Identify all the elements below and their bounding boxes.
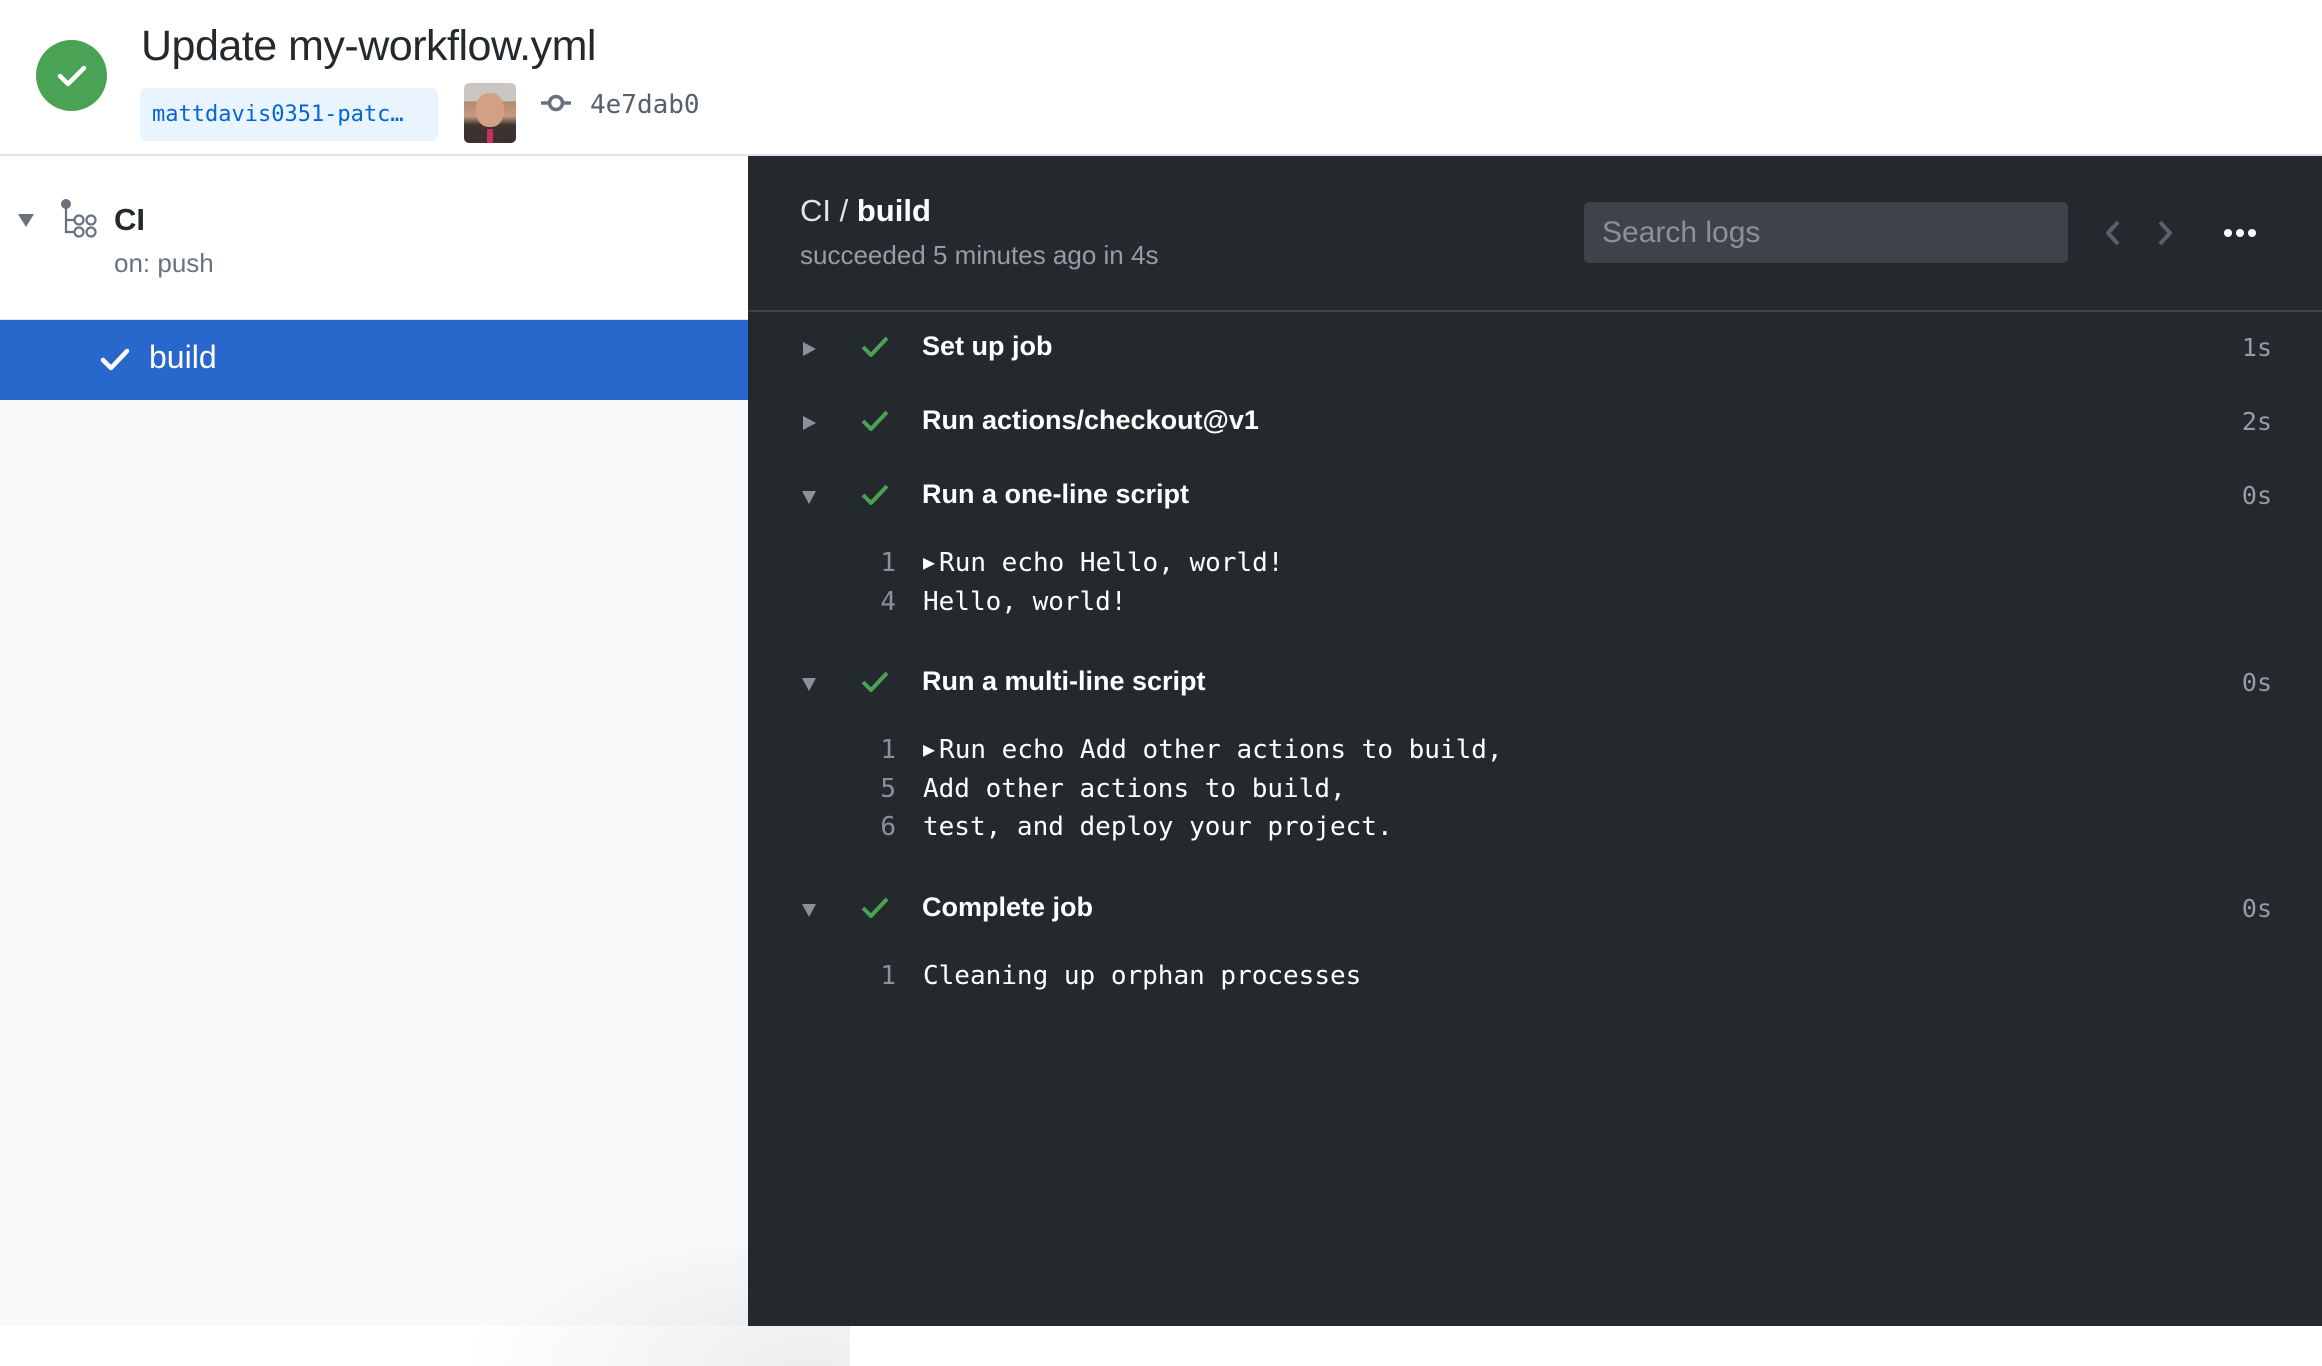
log-line[interactable]: 1 ▶ Run echo Hello, world! (748, 544, 2322, 583)
log-lines: 1 Cleaning up orphan processes (748, 947, 2322, 1022)
line-text: Cleaning up orphan processes (923, 960, 1362, 991)
line-number[interactable]: 4 (836, 583, 896, 622)
caret-right-icon[interactable] (801, 341, 817, 357)
avatar-detail (487, 129, 493, 143)
sidebar-item-build[interactable]: build (0, 320, 748, 400)
line-number[interactable]: 5 (836, 770, 896, 809)
check-icon (861, 897, 889, 918)
line-content: Cleaning up orphan processes (923, 957, 1361, 996)
line-content: ▶ Run echo Add other actions to build, (923, 731, 1503, 771)
step-list: Set up job 1s Run actions/checkout@v1 2s Run… (748, 312, 2322, 1021)
check-icon (100, 348, 130, 371)
line-number[interactable]: 1 (836, 731, 896, 770)
workflow-name[interactable]: CI (114, 202, 145, 238)
line-number[interactable]: 1 (836, 544, 896, 583)
caret-down-icon[interactable] (801, 489, 817, 505)
caret-down-icon[interactable] (801, 676, 817, 692)
step: Run a multi-line script 0s 1 ▶ Run echo Add … (748, 647, 2322, 873)
caret-right-icon[interactable]: ▶ (923, 737, 935, 761)
log-header: CI / build succeeded 5 minutes ago in 4s (748, 156, 2322, 312)
workflow-group: CI on: push (0, 156, 748, 321)
log-line[interactable]: 1 ▶ Run echo Add other actions to build, (748, 731, 2322, 770)
step-name: Complete job (922, 891, 1094, 922)
step-header[interactable]: Complete job 0s (748, 873, 2322, 947)
log-line: 1 Cleaning up orphan processes (748, 957, 2322, 996)
line-text: Run echo Hello, world! (939, 548, 1284, 578)
search-logs-input[interactable] (1584, 202, 2068, 263)
branch-label[interactable]: mattdavis0351-patc… (140, 88, 438, 141)
log-lines: 1 ▶ Run echo Hello, world! 4 Hello, world! (748, 534, 2322, 647)
chevron-right-icon[interactable] (2153, 218, 2177, 248)
step-duration: 0s (2241, 481, 2272, 510)
job-summary: succeeded 5 minutes ago in 4s (800, 240, 1159, 270)
author-avatar[interactable] (464, 83, 516, 143)
log-line: 4 Hello, world! (748, 583, 2322, 622)
chevron-left-icon[interactable] (2101, 218, 2125, 248)
workflow-sidebar: CI on: push build (0, 156, 850, 1366)
page-title: Update my-workflow.yml (141, 22, 596, 70)
git-commit-icon (541, 94, 571, 112)
line-content: Add other actions to build, (923, 770, 1346, 809)
workflow-icon (61, 199, 97, 238)
line-content: ▶ Run echo Hello, world! (923, 544, 1283, 584)
line-number[interactable]: 6 (836, 808, 896, 847)
breadcrumb-workflow: CI (800, 193, 831, 228)
step-duration: 0s (2241, 668, 2272, 697)
step-duration: 0s (2241, 893, 2272, 923)
success-status-icon (36, 40, 107, 111)
step: Set up job 1s (748, 312, 2322, 386)
avatar-face (476, 93, 504, 127)
step-name: Set up job (922, 331, 1053, 361)
log-panel: CI / build succeeded 5 minutes ago in 4s… (748, 156, 2322, 1326)
workflow-trigger: on: push (114, 248, 214, 278)
step: Run actions/checkout@v1 2s (748, 386, 2322, 460)
line-text: test, and deploy your project. (923, 812, 1393, 842)
log-line: 5 Add other actions to build, (748, 770, 2322, 809)
line-text: Add other actions to build, (923, 773, 1346, 804)
log-line: 6 test, and deploy your project. (748, 808, 2322, 847)
step-header[interactable]: Run actions/checkout@v1 2s (748, 386, 2322, 460)
step: Run a one-line script 0s 1 ▶ Run echo Hello,… (748, 460, 2322, 647)
step-name: Run actions/checkout@v1 (922, 405, 1259, 435)
breadcrumb-job: build (856, 193, 931, 228)
line-content: Hello, world! (923, 583, 1127, 622)
step-header[interactable]: Run a one-line script 0s (748, 460, 2322, 534)
caret-right-icon[interactable] (801, 415, 817, 431)
log-lines: 1 ▶ Run echo Add other actions to build, 5 A… (748, 721, 2322, 873)
step-header[interactable]: Set up job 1s (748, 312, 2322, 386)
run-header: Update my-workflow.yml mattdavis0351-pat… (0, 0, 2322, 156)
check-icon (861, 336, 889, 357)
job-breadcrumb: CI / build (800, 193, 931, 229)
step-header[interactable]: Run a multi-line script 0s (748, 647, 2322, 721)
line-number[interactable]: 1 (836, 957, 896, 996)
job-name: build (149, 339, 217, 375)
caret-down-icon[interactable] (17, 212, 35, 228)
step-duration: 1s (2241, 333, 2272, 362)
caret-down-icon[interactable] (801, 902, 817, 918)
check-icon (861, 484, 889, 505)
commit-sha-link[interactable]: 4e7dab0 (590, 90, 700, 120)
check-icon (861, 410, 889, 431)
line-text: Run echo Add other actions to build, (939, 735, 1503, 765)
step: Complete job 0s 1 Cleaning up orphan proces… (748, 873, 2322, 1022)
caret-right-icon[interactable]: ▶ (923, 550, 935, 574)
breadcrumb-separator: / (831, 193, 857, 228)
step-name: Run a one-line script (922, 479, 1190, 509)
step-name: Run a multi-line script (922, 666, 1206, 696)
kebab-horizontal-icon[interactable] (2222, 220, 2258, 246)
line-text: Hello, world! (923, 586, 1127, 617)
line-content: test, and deploy your project. (923, 808, 1393, 847)
step-duration: 2s (2241, 407, 2272, 436)
check-icon (861, 671, 889, 692)
